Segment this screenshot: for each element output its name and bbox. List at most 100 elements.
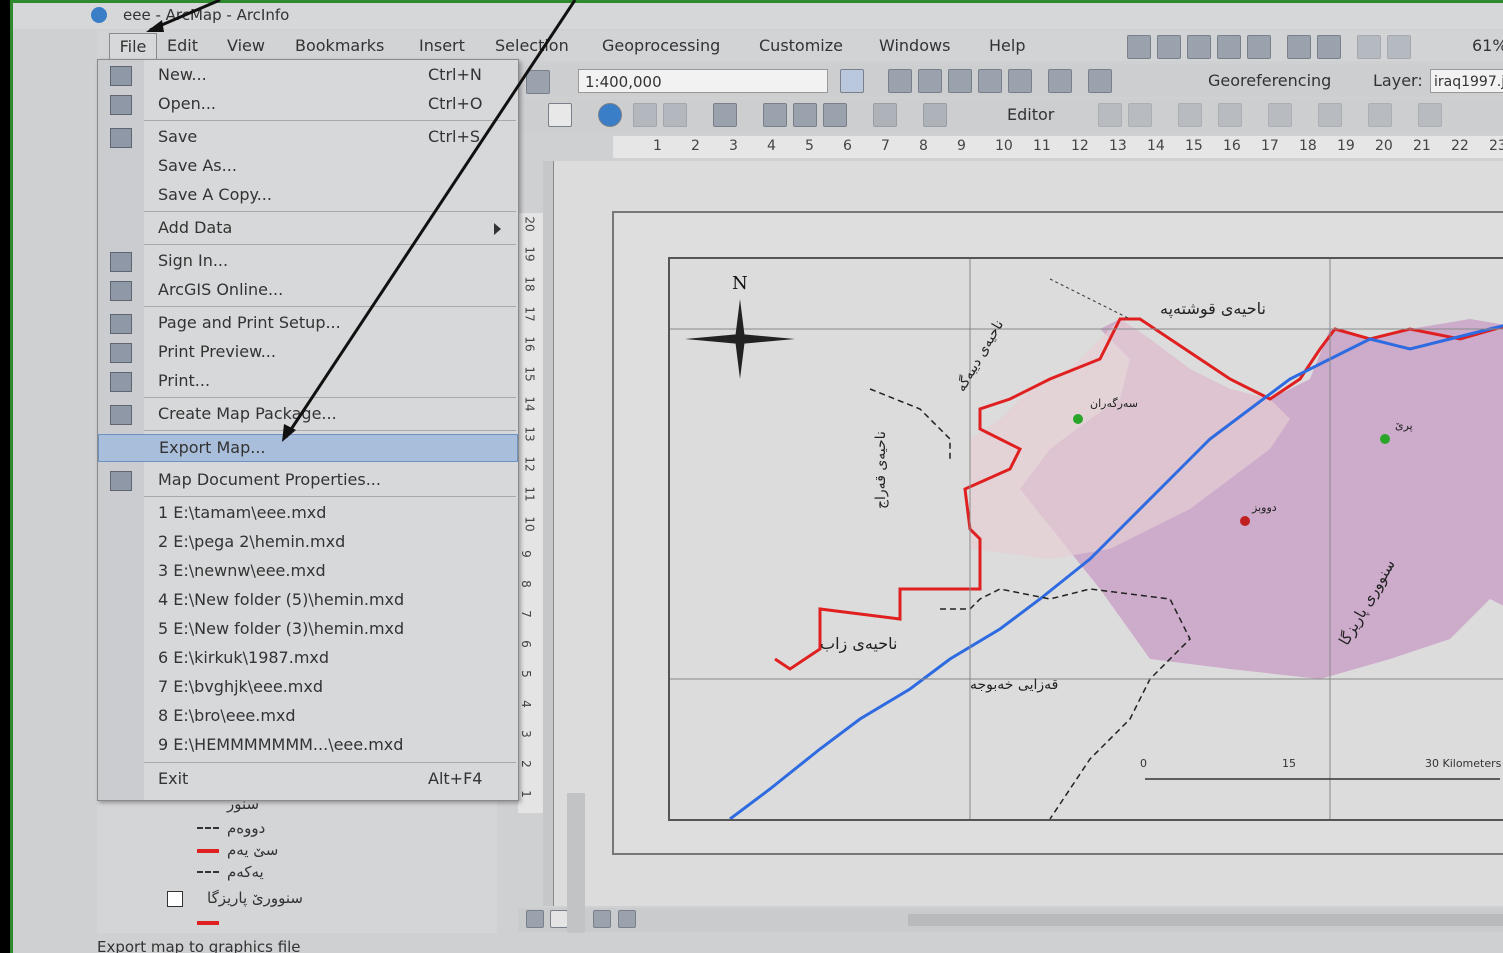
- file-menu-item-2-e-pega-2-hemin-mxd[interactable]: 2 E:\pega 2\hemin.mxd: [98, 529, 518, 557]
- file-menu-item-8-e-bro-eee-mxd[interactable]: 8 E:\bro\eee.mxd: [98, 703, 518, 731]
- go-to-xy-icon[interactable]: [823, 103, 847, 127]
- file-menu-item-exit[interactable]: Exit Alt+F4: [98, 766, 518, 794]
- toc-scrollbar[interactable]: [567, 793, 585, 933]
- layout-view[interactable]: N ناحيەی قوشتەپە ناحيەی دیبەگە ناحيەی قە…: [543, 161, 1503, 906]
- menu-help[interactable]: Help: [989, 36, 1025, 55]
- toolbar-icon[interactable]: [1368, 103, 1392, 127]
- menu-customize[interactable]: Customize: [759, 36, 843, 55]
- ruler-tick-label: 19: [1337, 138, 1355, 154]
- ruler-tick-label: 8: [518, 580, 533, 588]
- menu-bookmarks[interactable]: Bookmarks: [295, 36, 384, 55]
- toolbar-icon[interactable]: [1008, 69, 1032, 93]
- refresh-icon[interactable]: [593, 910, 611, 928]
- file-menu-item-save-a-copy[interactable]: Save A Copy...: [98, 182, 518, 210]
- add-data-icon[interactable]: [526, 70, 550, 94]
- file-menu-item-6-e-kirkuk-1987-mxd[interactable]: 6 E:\kirkuk\1987.mxd: [98, 645, 518, 673]
- editor-menu[interactable]: Editor: [1007, 105, 1054, 124]
- toolbar-icon[interactable]: [1357, 35, 1381, 59]
- menu-view[interactable]: View: [227, 36, 265, 55]
- toolbar-icon[interactable]: [1098, 103, 1122, 127]
- menu-item-label: Save As...: [158, 156, 237, 175]
- toolbar-icon[interactable]: [793, 103, 817, 127]
- data-view-icon[interactable]: [526, 910, 544, 928]
- file-menu-item-save-as[interactable]: Save As...: [98, 153, 518, 181]
- toc-item: یەکەم: [227, 863, 264, 881]
- file-menu-item-9-e-hemmmmmmm-eee-mxd[interactable]: 9 E:\HEMMMMMMM...\eee.mxd: [98, 732, 518, 760]
- window-title: eee - ArcMap - ArcInfo: [123, 6, 290, 24]
- file-menu-item-add-data[interactable]: Add Data: [98, 215, 518, 243]
- toolbar-icon[interactable]: [713, 103, 737, 127]
- toolbar-icon[interactable]: [1218, 103, 1242, 127]
- toolbar-icon[interactable]: [1318, 103, 1342, 127]
- menu-edit[interactable]: Edit: [167, 36, 198, 55]
- file-menu-item-create-map-package[interactable]: Create Map Package...: [98, 401, 518, 429]
- toolbar-icon[interactable]: [1418, 103, 1442, 127]
- file-menu-item-7-e-bvghjk-eee-mxd[interactable]: 7 E:\bvghjk\eee.mxd: [98, 674, 518, 702]
- legend-red-swatch: [197, 849, 219, 853]
- file-menu-item-export-map[interactable]: Export Map...: [98, 434, 518, 462]
- toolbar-icon[interactable]: [1157, 35, 1181, 59]
- toolbar-icon[interactable]: [918, 69, 942, 93]
- file-menu-item-print[interactable]: Print...: [98, 368, 518, 396]
- georeferencing-menu[interactable]: Georeferencing: [1208, 71, 1331, 90]
- toolbar-icon[interactable]: [1268, 103, 1292, 127]
- toc-layer-name[interactable]: سنوورێ پاریزگا: [207, 889, 303, 907]
- toolbar-icon[interactable]: [1387, 35, 1411, 59]
- toolbar-icon[interactable]: [1247, 35, 1271, 59]
- toolbar-icon[interactable]: [1287, 35, 1311, 59]
- menu-windows[interactable]: Windows: [879, 36, 950, 55]
- toolbar-icon[interactable]: [923, 103, 947, 127]
- pause-icon[interactable]: [618, 910, 636, 928]
- file-menu-item-open[interactable]: Open... Ctrl+O: [98, 91, 518, 119]
- ruler-tick-label: 19: [522, 246, 537, 262]
- new-document-icon: [110, 66, 132, 86]
- find-icon[interactable]: [763, 103, 787, 127]
- data-frame[interactable]: N ناحيەی قوشتەپە ناحيەی دیبەگە ناحيەی قە…: [612, 211, 1503, 855]
- toolbar-icon[interactable]: [948, 69, 972, 93]
- file-menu-item-save[interactable]: Save Ctrl+S: [98, 124, 518, 152]
- label-town3: دووبز: [1251, 501, 1277, 514]
- file-menu-item-map-document-properties[interactable]: Map Document Properties...: [98, 467, 518, 495]
- menu-geoprocessing[interactable]: Geoprocessing: [602, 36, 720, 55]
- toolbar-icon[interactable]: [1178, 103, 1202, 127]
- ruler-tick-label: 8: [919, 138, 928, 154]
- identify-icon[interactable]: [598, 103, 622, 127]
- toolbar-icon[interactable]: [1187, 35, 1211, 59]
- ruler-tick-label: 4: [767, 138, 776, 154]
- menu-file[interactable]: File: [109, 33, 157, 60]
- menu-selection[interactable]: Selection: [495, 36, 569, 55]
- legend-dash-swatch: [197, 871, 219, 873]
- horizontal-scrollbar[interactable]: [908, 914, 1503, 926]
- toolbar-icon[interactable]: [1127, 35, 1151, 59]
- layer-checkbox[interactable]: [167, 891, 183, 907]
- toolbar-icon[interactable]: [1048, 69, 1072, 93]
- file-menu-item-3-e-newnw-eee-mxd[interactable]: 3 E:\newnw\eee.mxd: [98, 558, 518, 586]
- select-elements-icon[interactable]: [548, 103, 572, 127]
- editor-toolbar-icon[interactable]: [840, 69, 864, 93]
- file-menu-item-sign-in[interactable]: Sign In...: [98, 248, 518, 276]
- file-menu-item-page-and-print-setup[interactable]: Page and Print Setup...: [98, 310, 518, 338]
- toolbar-icon[interactable]: [873, 103, 897, 127]
- menu-item-label: 9 E:\HEMMMMMMM...\eee.mxd: [158, 735, 404, 754]
- file-menu-item-new[interactable]: New... Ctrl+N: [98, 62, 518, 90]
- zoom-level[interactable]: 61%: [1472, 36, 1503, 55]
- toolbar-icon[interactable]: [633, 103, 657, 127]
- map-scale-select[interactable]: 1:400,000: [578, 69, 828, 93]
- toolbar-icon[interactable]: [1217, 35, 1241, 59]
- file-menu-item-4-e-new-folder-5-hemin-mxd[interactable]: 4 E:\New folder (5)\hemin.mxd: [98, 587, 518, 615]
- menu-insert[interactable]: Insert: [419, 36, 465, 55]
- file-menu-item-1-e-tamam-eee-mxd[interactable]: 1 E:\tamam\eee.mxd: [98, 500, 518, 528]
- toolbar-icon[interactable]: [1128, 103, 1152, 127]
- toolbar-icon[interactable]: [663, 103, 687, 127]
- file-menu-item-print-preview[interactable]: Print Preview...: [98, 339, 518, 367]
- toolbar-icon[interactable]: [1088, 69, 1112, 93]
- file-menu-item-arcgis-online[interactable]: ArcGIS Online...: [98, 277, 518, 305]
- toc-item: دووەم: [227, 819, 266, 837]
- file-menu-item-5-e-new-folder-3-hemin-mxd[interactable]: 5 E:\New folder (3)\hemin.mxd: [98, 616, 518, 644]
- toolbar-icon[interactable]: [1317, 35, 1341, 59]
- toolbar-icon[interactable]: [888, 69, 912, 93]
- layer-select[interactable]: iraq1997.jp: [1430, 69, 1503, 93]
- toolbar-icon[interactable]: [978, 69, 1002, 93]
- layout-view-icon[interactable]: [550, 910, 568, 928]
- printer-icon: [110, 372, 132, 392]
